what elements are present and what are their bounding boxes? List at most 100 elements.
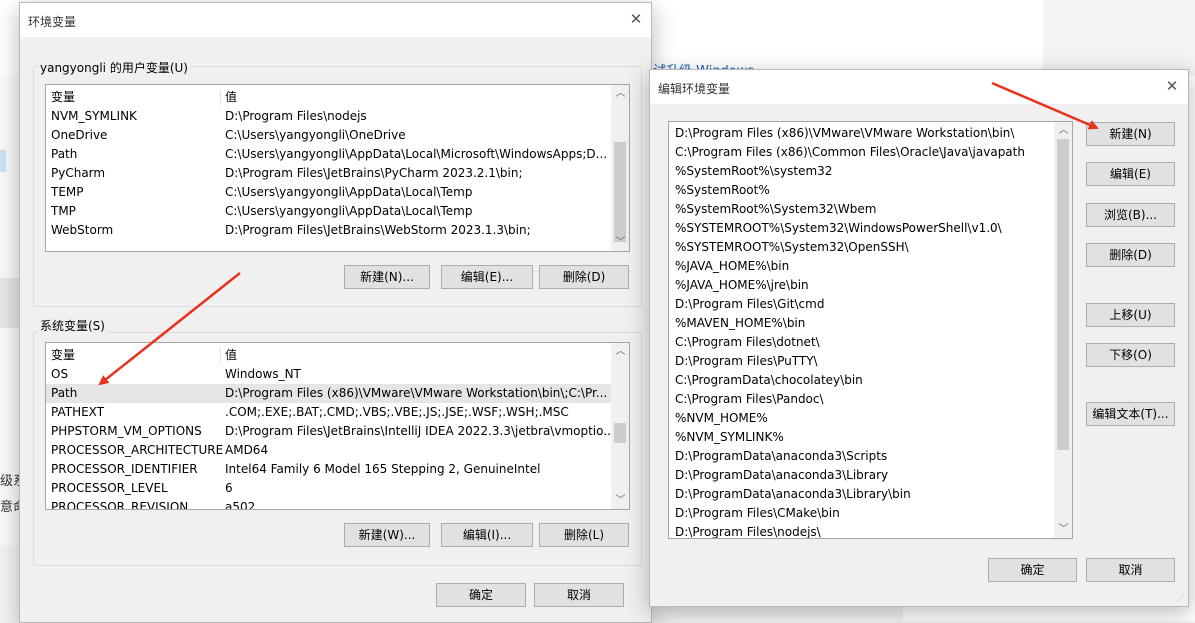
path-entries-list[interactable]: D:\Program Files (x86)\VMware\VMware Wor… (668, 121, 1073, 539)
scrollbar-thumb[interactable] (614, 142, 626, 242)
list-item[interactable]: %JAVA_HOME%\jre\bin (669, 276, 1054, 295)
list-item[interactable]: %NVM_HOME% (669, 409, 1054, 428)
list-item[interactable]: %SystemRoot%\System32\Wbem (669, 200, 1054, 219)
list-item[interactable]: C:\ProgramData\chocolatey\bin (669, 371, 1054, 390)
system-new-button[interactable]: 新建(W)... (344, 523, 430, 547)
table-row[interactable]: PHPSTORM_VM_OPTIONS D:\Program Files\JetB… (46, 422, 615, 441)
variable-name-cell: OneDrive (51, 128, 108, 142)
table-row[interactable]: PROCESSOR_LEVEL 6 (46, 479, 611, 498)
edit-text-button[interactable]: 编辑文本(T)... (1086, 402, 1175, 426)
variable-name-cell: TMP (51, 204, 76, 218)
col-variable-header[interactable]: 变量 (51, 346, 75, 365)
move-down-button[interactable]: 下移(O) (1086, 343, 1175, 367)
table-row[interactable]: TEMP C:\Users\yangyongli\AppData\Local\Te… (46, 183, 611, 202)
col-value-header[interactable]: 值 (225, 88, 237, 107)
scroll-up-icon[interactable]: ︿ (1055, 122, 1072, 139)
list-item[interactable]: C:\Program Files\Pandoc\ (669, 390, 1054, 409)
variable-name-cell: PyCharm (51, 166, 106, 180)
delete-path-button[interactable]: 删除(D) (1086, 243, 1175, 267)
cancel-button[interactable]: 取消 (534, 583, 624, 607)
variable-name-cell: Path (51, 147, 78, 161)
cancel-button[interactable]: 取消 (1086, 558, 1175, 582)
move-up-button[interactable]: 上移(U) (1086, 303, 1175, 327)
list-item[interactable]: D:\ProgramData\anaconda3\Library\bin (669, 485, 1054, 504)
ok-button[interactable]: 确定 (436, 583, 526, 607)
table-row[interactable]: OS Windows_NT (46, 365, 611, 384)
variable-name-cell: Path (51, 386, 78, 400)
variable-name-cell: NVM_SYMLINK (51, 109, 137, 123)
variable-value-cell: Windows_NT (225, 367, 301, 381)
list-item[interactable]: D:\Program Files\CMake\bin (669, 504, 1054, 523)
vertical-scrollbar[interactable]: ︿ ﹀ (611, 85, 629, 251)
list-item[interactable]: %SYSTEMROOT%\System32\OpenSSH\ (669, 238, 1054, 257)
table-row[interactable]: Path D:\Program Files (x86)\VMware\VMware… (46, 384, 611, 403)
system-delete-button[interactable]: 删除(L) (539, 523, 629, 547)
edit-path-button[interactable]: 编辑(E) (1086, 162, 1175, 186)
list-item[interactable]: %SystemRoot%\system32 (669, 162, 1054, 181)
list-item[interactable]: %SYSTEMROOT%\System32\WindowsPowerShell\… (669, 219, 1054, 238)
table-row[interactable]: TMP C:\Users\yangyongli\AppData\Local\Tem… (46, 202, 611, 221)
scroll-down-icon[interactable]: ﹀ (612, 234, 629, 251)
table-row[interactable]: Path C:\Users\yangyongli\AppData\Local\Mi… (46, 145, 611, 164)
scrollbar-thumb[interactable] (614, 423, 626, 443)
table-row[interactable]: PROCESSOR_IDENTIFIER Intel64 Family 6 Mod… (46, 460, 611, 479)
system-edit-button[interactable]: 编辑(I)... (441, 523, 533, 547)
table-row[interactable]: PATHEXT .COM;.EXE;.BAT;.CMD;.VBS;.VBE;.JS… (46, 403, 611, 422)
table-row[interactable]: PROCESSOR_REVISION a502 (46, 498, 611, 510)
variable-value-cell: a502 (225, 500, 256, 510)
system-vars-list[interactable]: 变量 值 OS Windows_NT Path D:\Program Files (x… (45, 342, 630, 510)
table-row[interactable]: WebStorm D:\Program Files\JetBrains\WebSt… (46, 221, 611, 240)
background-selection (0, 150, 6, 172)
list-item[interactable]: %SystemRoot% (669, 181, 1054, 200)
system-vars-label: 系统变量(S) (38, 317, 107, 334)
env-dialog-title: 环境变量 (28, 15, 77, 29)
list-item[interactable]: C:\Program Files\dotnet\ (669, 333, 1054, 352)
edit-dialog-title-bar: 编辑环境变量 ✕ (650, 70, 1188, 104)
scroll-down-icon[interactable]: ﹀ (1055, 521, 1072, 538)
col-variable-header[interactable]: 变量 (51, 88, 75, 107)
list-item[interactable]: %JAVA_HOME%\bin (669, 257, 1054, 276)
background-panel (0, 278, 20, 328)
user-vars-label: yangyongli 的用户变量(U) (38, 59, 190, 76)
list-item[interactable]: D:\Program Files (x86)\VMware\VMware Wor… (669, 124, 1054, 143)
variable-value-cell: AMD64 (225, 443, 269, 457)
scrollbar-thumb[interactable] (1057, 139, 1069, 450)
variable-value-cell: C:\Users\yangyongli\AppData\Local\Temp (225, 204, 473, 218)
ok-button[interactable]: 确定 (988, 558, 1077, 582)
list-item[interactable]: D:\Program Files\nodejs\ (669, 523, 1054, 538)
list-item[interactable]: C:\Program Files (x86)\Common Files\Orac… (669, 143, 1054, 162)
scroll-down-icon[interactable]: ﹀ (612, 492, 629, 509)
table-row[interactable]: PyCharm D:\Program Files\JetBrains\PyChar… (46, 164, 611, 183)
col-value-header[interactable]: 值 (225, 346, 237, 365)
variable-name-cell: PROCESSOR_LEVEL (51, 481, 168, 495)
table-row[interactable]: NVM_SYMLINK D:\Program Files\nodejs (46, 107, 611, 126)
scroll-up-icon[interactable]: ︿ (612, 343, 629, 360)
list-item[interactable]: D:\Program Files\Git\cmd (669, 295, 1054, 314)
new-path-button[interactable]: 新建(N) (1086, 122, 1175, 146)
vertical-scrollbar[interactable]: ︿ ﹀ (611, 343, 629, 509)
table-row[interactable]: PROCESSOR_ARCHITECTURE AMD64 (46, 441, 611, 460)
user-vars-list[interactable]: 变量 值 NVM_SYMLINK D:\Program Files\nodejs O… (45, 84, 630, 252)
column-separator[interactable] (220, 348, 221, 363)
scroll-up-icon[interactable]: ︿ (612, 85, 629, 102)
variable-name-cell: OS (51, 367, 69, 381)
user-new-button[interactable]: 新建(N)... (344, 265, 430, 289)
browse-button[interactable]: 浏览(B)... (1086, 203, 1175, 227)
close-icon[interactable]: ✕ (626, 9, 646, 29)
table-row[interactable]: OneDrive C:\Users\yangyongli\OneDrive (46, 126, 611, 145)
resize-grip-icon[interactable]: ⋰ (1176, 594, 1186, 604)
list-item[interactable]: D:\ProgramData\anaconda3\Library (669, 466, 1054, 485)
vertical-scrollbar[interactable]: ︿ ﹀ (1054, 122, 1072, 538)
user-delete-button[interactable]: 删除(D) (539, 265, 629, 289)
column-separator[interactable] (220, 90, 221, 105)
background-window-left (0, 0, 20, 545)
user-edit-button[interactable]: 编辑(E)... (441, 265, 533, 289)
variable-value-cell: C:\Users\yangyongli\AppData\Local\Micros… (225, 147, 608, 161)
list-item[interactable]: %NVM_SYMLINK% (669, 428, 1054, 447)
list-item[interactable]: %MAVEN_HOME%\bin (669, 314, 1054, 333)
close-icon[interactable]: ✕ (1162, 76, 1182, 96)
list-item[interactable]: D:\ProgramData\anaconda3\Scripts (669, 447, 1054, 466)
variable-name-cell: TEMP (51, 185, 84, 199)
env-dialog-title-bar: 环境变量 ✕ (20, 3, 651, 37)
list-item[interactable]: D:\Program Files\PuTTY\ (669, 352, 1054, 371)
